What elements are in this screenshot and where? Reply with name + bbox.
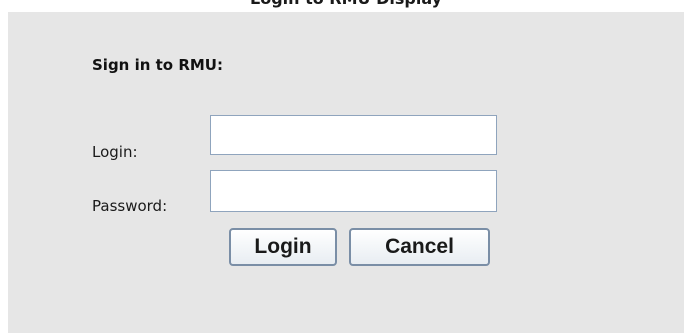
form-title: Sign in to RMU: <box>92 56 223 74</box>
login-button[interactable]: Login <box>229 228 337 266</box>
page-header-cropped: Login to RMU Display <box>0 0 684 12</box>
password-label: Password: <box>92 197 168 215</box>
login-label: Login: <box>92 143 138 161</box>
password-input[interactable] <box>210 170 497 212</box>
page-header-text: Login to RMU Display <box>250 0 442 8</box>
cancel-button[interactable]: Cancel <box>349 228 490 266</box>
login-panel: Sign in to RMU: Login: Password: Login C… <box>8 12 684 333</box>
login-input[interactable] <box>210 115 497 155</box>
